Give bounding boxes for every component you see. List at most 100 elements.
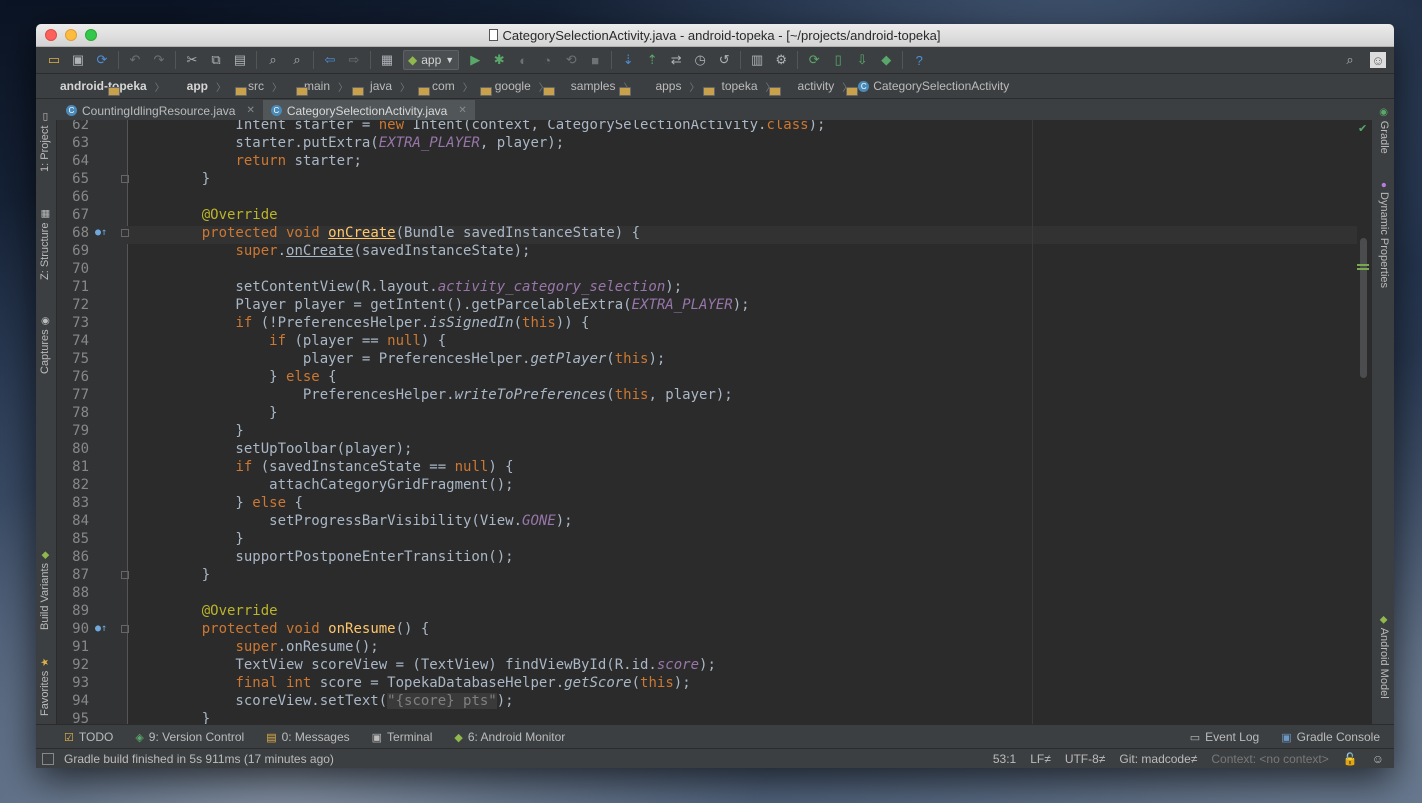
code-line[interactable]: 65 } xyxy=(57,170,1371,188)
code-line[interactable]: 62 Intent starter = new Intent(context, … xyxy=(57,120,1371,134)
code-line[interactable]: 73 if (!PreferencesHelper.isSignedIn(thi… xyxy=(57,314,1371,332)
code-text[interactable]: super.onCreate(savedInstanceState); xyxy=(168,242,530,260)
tool-window-gradle-console[interactable]: ▣ Gradle Console xyxy=(1281,730,1380,744)
avd-manager-icon[interactable]: ▯ xyxy=(828,50,848,70)
context-indicator[interactable]: Context: <no context> xyxy=(1211,752,1328,766)
code-lines[interactable]: 62 Intent starter = new Intent(context, … xyxy=(57,120,1371,724)
file-encoding[interactable]: UTF-8≠ xyxy=(1065,752,1106,766)
breadcrumb-item[interactable]: topeka〉 xyxy=(705,79,782,96)
close-window-button[interactable] xyxy=(45,29,57,41)
editor-scrollbar[interactable]: ✔ xyxy=(1357,120,1371,724)
tool-windows-toggle-icon[interactable] xyxy=(42,753,54,765)
code-line[interactable]: 70 xyxy=(57,260,1371,278)
code-line[interactable]: 91 super.onResume(); xyxy=(57,638,1371,656)
redo-icon[interactable]: ↷ xyxy=(149,50,169,70)
tool-window-terminal[interactable]: ▣ Terminal xyxy=(372,730,433,744)
code-line[interactable]: 74 if (player == null) { xyxy=(57,332,1371,350)
tool-window-event-log[interactable]: ▭ Event Log xyxy=(1190,730,1259,744)
code-text[interactable]: TextView scoreView = (TextView) findView… xyxy=(168,656,715,674)
vcs-compare-icon[interactable]: ⇄ xyxy=(666,50,686,70)
code-line[interactable]: 68 ●↑ protected void onCreate(Bundle save… xyxy=(57,224,1371,242)
lock-icon[interactable]: 🔓 xyxy=(1343,752,1358,766)
code-text[interactable]: Player player = getIntent().getParcelabl… xyxy=(168,296,749,314)
code-line[interactable]: 78 } xyxy=(57,404,1371,422)
status-message[interactable]: Gradle build finished in 5s 911ms (17 mi… xyxy=(64,752,334,766)
code-text[interactable]: setProgressBarVisibility(View.GONE); xyxy=(168,512,572,530)
settings-icon[interactable]: ⚙ xyxy=(771,50,791,70)
tool-window-build-variants[interactable]: Build Variants ◆ xyxy=(39,551,51,630)
code-text[interactable]: scoreView.setText("{score} pts"); xyxy=(168,692,514,710)
forward-icon[interactable]: ⇨ xyxy=(344,50,364,70)
close-tab-icon[interactable]: ✕ xyxy=(458,105,466,116)
breadcrumb-item[interactable]: android-topeka 〉 xyxy=(44,79,171,96)
breadcrumb-item[interactable]: samples〉 xyxy=(555,79,640,96)
code-line[interactable]: 84 setProgressBarVisibility(View.GONE); xyxy=(57,512,1371,530)
editor-tab[interactable]: C CountingIdlingResource.java ✕ xyxy=(58,100,263,121)
fold-toggle-icon[interactable] xyxy=(121,175,129,183)
code-text[interactable]: supportPostponeEnterTransition(); xyxy=(168,548,513,566)
inspector-icon[interactable]: ☺ xyxy=(1372,752,1384,766)
code-text[interactable]: setUpToolbar(player); xyxy=(168,440,412,458)
tool-window-android-monitor[interactable]: ◆ 6: Android Monitor xyxy=(454,730,565,744)
user-icon[interactable]: ☺ xyxy=(1370,52,1386,68)
code-text[interactable]: Intent starter = new Intent(context, Cat… xyxy=(168,120,825,134)
code-text[interactable]: @Override xyxy=(168,206,278,224)
undo-icon[interactable]: ↶ xyxy=(125,50,145,70)
code-line[interactable]: 93 final int score = TopekaDatabaseHelpe… xyxy=(57,674,1371,692)
run-icon[interactable]: ▶ xyxy=(465,50,485,70)
vcs-update-icon[interactable]: ⇣ xyxy=(618,50,638,70)
attach-debugger-icon[interactable]: ⟲ xyxy=(561,50,581,70)
override-marker-icon[interactable]: ●↑ xyxy=(95,224,107,242)
code-line[interactable]: 80 setUpToolbar(player); xyxy=(57,440,1371,458)
code-line[interactable]: 76 } else { xyxy=(57,368,1371,386)
scrollbar-thumb[interactable] xyxy=(1360,238,1367,378)
code-text[interactable]: starter.putExtra(EXTRA_PLAYER, player); xyxy=(168,134,564,152)
breadcrumb-item[interactable]: app 〉 xyxy=(171,79,247,96)
replace-icon[interactable]: ⌕ xyxy=(287,50,307,70)
sync-icon[interactable]: ⟳ xyxy=(92,50,112,70)
vcs-history-icon[interactable]: ◷ xyxy=(690,50,710,70)
revert-icon[interactable]: ↺ xyxy=(714,50,734,70)
find-icon[interactable]: ⌕ xyxy=(263,50,283,70)
android-device-monitor-icon[interactable]: ◆ xyxy=(876,50,896,70)
git-branch[interactable]: Git: madcode≠ xyxy=(1119,752,1197,766)
code-text[interactable]: protected void onCreate(Bundle savedInst… xyxy=(168,224,640,242)
debug-icon[interactable]: ✱ xyxy=(489,50,509,70)
code-line[interactable]: 83 } else { xyxy=(57,494,1371,512)
code-line[interactable]: 67 @Override xyxy=(57,206,1371,224)
code-line[interactable]: 63 starter.putExtra(EXTRA_PLAYER, player… xyxy=(57,134,1371,152)
tool-window-messages[interactable]: ▤ 0: Messages xyxy=(266,730,349,744)
code-text[interactable]: } xyxy=(168,710,210,724)
tool-window-structure[interactable]: Z: Structure ▦ xyxy=(39,209,51,280)
code-text[interactable]: } xyxy=(168,170,210,188)
code-line[interactable]: 75 player = PreferencesHelper.getPlayer(… xyxy=(57,350,1371,368)
code-text[interactable]: } xyxy=(168,404,277,422)
code-line[interactable]: 72 Player player = getIntent().getParcel… xyxy=(57,296,1371,314)
code-line[interactable]: 71 setContentView(R.layout.activity_cate… xyxy=(57,278,1371,296)
code-text[interactable]: protected void onResume() { xyxy=(168,620,430,638)
tool-window-favorites[interactable]: Favorites ★ xyxy=(39,658,51,716)
code-line[interactable]: 77 PreferencesHelper.writeToPreferences(… xyxy=(57,386,1371,404)
code-line[interactable]: 95 } xyxy=(57,710,1371,724)
code-text[interactable]: if (!PreferencesHelper.isSignedIn(this))… xyxy=(168,314,589,332)
code-text[interactable]: return starter; xyxy=(168,152,361,170)
tool-window-gradle[interactable]: ◉ Gradle xyxy=(1378,108,1390,154)
breadcrumb-item[interactable]: C CategorySelectionActivity xyxy=(858,79,1009,93)
code-text[interactable]: } xyxy=(168,530,243,548)
fold-toggle-icon[interactable] xyxy=(121,625,129,633)
help-icon[interactable]: ? xyxy=(909,50,929,70)
code-line[interactable]: 64 return starter; xyxy=(57,152,1371,170)
back-icon[interactable]: ⇦ xyxy=(320,50,340,70)
code-text[interactable]: player = PreferencesHelper.getPlayer(thi… xyxy=(168,350,665,368)
editor-tab[interactable]: C CategorySelectionActivity.java ✕ xyxy=(262,100,475,121)
code-text[interactable]: PreferencesHelper.writeToPreferences(thi… xyxy=(168,386,733,404)
code-text[interactable]: attachCategoryGridFragment(); xyxy=(168,476,513,494)
code-line[interactable]: 90 ●↑ protected void onResume() { xyxy=(57,620,1371,638)
search-everywhere-icon[interactable]: ⌕ xyxy=(1340,50,1360,70)
make-project-icon[interactable]: ▦ xyxy=(377,50,397,70)
code-line[interactable]: 89 @Override xyxy=(57,602,1371,620)
tool-window-android-model[interactable]: ◆ Android Model xyxy=(1378,616,1390,699)
profile-icon[interactable]: ◔ xyxy=(537,50,557,70)
code-line[interactable]: 87 } xyxy=(57,566,1371,584)
run-configuration-select[interactable]: ◆ app ▼ xyxy=(403,50,460,70)
